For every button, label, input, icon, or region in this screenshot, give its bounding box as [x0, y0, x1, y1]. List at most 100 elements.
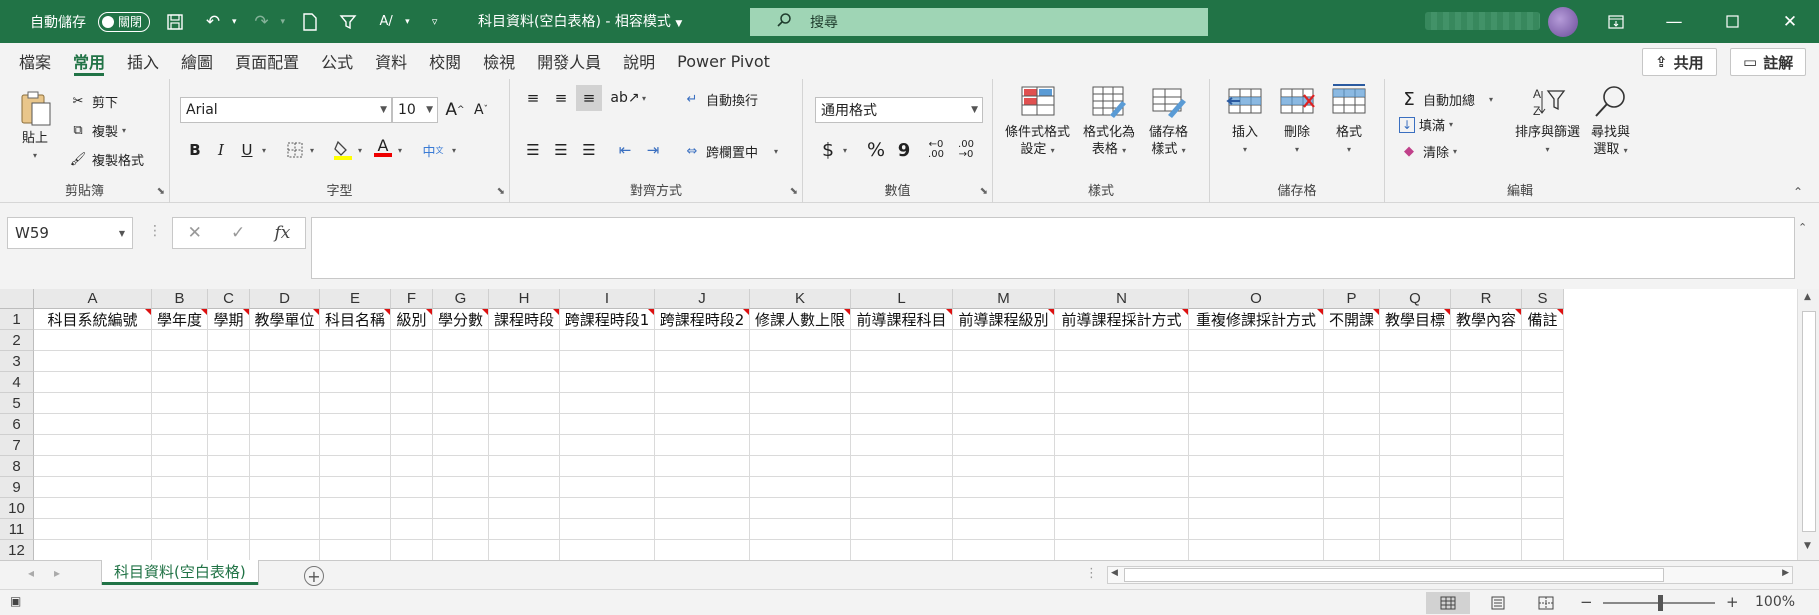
column-header-B[interactable]: B [152, 289, 208, 309]
column-header-K[interactable]: K [750, 289, 851, 309]
cell-K2[interactable] [750, 330, 851, 351]
cell-J11[interactable] [655, 519, 750, 540]
header-cell-D[interactable]: 教學單位 [250, 309, 320, 330]
column-header-G[interactable]: G [433, 289, 489, 309]
row-header-11[interactable]: 11 [0, 519, 34, 540]
number-format-select[interactable]: 通用格式 ▼ [815, 97, 983, 123]
cell-C9[interactable] [208, 477, 250, 498]
cell-E2[interactable] [320, 330, 391, 351]
cell-A4[interactable] [34, 372, 152, 393]
align-left-icon[interactable]: ☰ [520, 137, 546, 163]
cell-J5[interactable] [655, 393, 750, 414]
row-header-4[interactable]: 4 [0, 372, 34, 393]
cell-J10[interactable] [655, 498, 750, 519]
cell-I6[interactable] [560, 414, 655, 435]
cell-P5[interactable] [1324, 393, 1380, 414]
cell-B3[interactable] [152, 351, 208, 372]
zoom-slider-thumb[interactable] [1658, 595, 1663, 611]
fill-button[interactable]: ↓ 填滿 ▾ [1399, 115, 1453, 134]
normal-view-icon[interactable] [1426, 592, 1470, 614]
clipboard-launcher-icon[interactable]: ⬊ [157, 186, 165, 197]
cell-J3[interactable] [655, 351, 750, 372]
name-box[interactable]: W59 ▼ [7, 217, 133, 249]
cell-B11[interactable] [152, 519, 208, 540]
paste-dropdown-icon[interactable]: ▾ [33, 147, 37, 164]
cell-R4[interactable] [1451, 372, 1522, 393]
cell-I8[interactable] [560, 456, 655, 477]
maximize-icon[interactable] [1703, 0, 1761, 43]
cell-O10[interactable] [1189, 498, 1324, 519]
column-header-D[interactable]: D [250, 289, 320, 309]
align-middle-icon[interactable]: ≡ [548, 85, 574, 111]
row-header-1[interactable]: 1 [0, 309, 34, 330]
wrap-text-button[interactable]: ↵ 自動換行 [682, 89, 758, 109]
cell-D6[interactable] [250, 414, 320, 435]
cell-A5[interactable] [34, 393, 152, 414]
cell-L6[interactable] [851, 414, 953, 435]
cell-S2[interactable] [1522, 330, 1564, 351]
cell-M5[interactable] [953, 393, 1055, 414]
format-as-table-button[interactable]: 格式化為 表格 ▾ [1083, 83, 1135, 159]
cell-S3[interactable] [1522, 351, 1564, 372]
cell-O4[interactable] [1189, 372, 1324, 393]
vertical-scroll-thumb[interactable] [1802, 311, 1816, 532]
tab-draw[interactable]: 繪圖 [170, 43, 224, 79]
row-header-8[interactable]: 8 [0, 456, 34, 477]
cell-P4[interactable] [1324, 372, 1380, 393]
paste-button[interactable]: 貼上 ▾ [16, 89, 54, 164]
cell-D7[interactable] [250, 435, 320, 456]
autosum-button[interactable]: Σ 自動加總 ▾ [1399, 89, 1493, 110]
header-cell-B[interactable]: 學年度 [152, 309, 208, 330]
cell-A11[interactable] [34, 519, 152, 540]
formula-input[interactable] [311, 217, 1795, 279]
redo-icon[interactable]: ↷ [249, 9, 275, 35]
cell-R9[interactable] [1451, 477, 1522, 498]
clear-button[interactable]: ◆ 清除 ▾ [1399, 141, 1457, 161]
cell-E7[interactable] [320, 435, 391, 456]
cell-R5[interactable] [1451, 393, 1522, 414]
cell-J6[interactable] [655, 414, 750, 435]
cell-Q7[interactable] [1380, 435, 1451, 456]
cell-E12[interactable] [320, 540, 391, 560]
alignment-launcher-icon[interactable]: ⬊ [790, 186, 798, 197]
cell-H11[interactable] [489, 519, 560, 540]
cell-D9[interactable] [250, 477, 320, 498]
cell-D11[interactable] [250, 519, 320, 540]
column-header-C[interactable]: C [208, 289, 250, 309]
cell-J8[interactable] [655, 456, 750, 477]
font-color-dropdown-icon[interactable]: ▾ [398, 146, 402, 155]
conditional-format-button[interactable]: 條件式格式 設定 ▾ [1005, 83, 1070, 159]
cell-M7[interactable] [953, 435, 1055, 456]
undo-icon[interactable]: ↶ [200, 9, 226, 35]
cell-I11[interactable] [560, 519, 655, 540]
cell-C6[interactable] [208, 414, 250, 435]
cell-P2[interactable] [1324, 330, 1380, 351]
tab-home[interactable]: 常用 [62, 43, 116, 79]
cell-G10[interactable] [433, 498, 489, 519]
cell-G6[interactable] [433, 414, 489, 435]
new-file-icon[interactable] [297, 9, 323, 35]
column-header-S[interactable]: S [1522, 289, 1564, 309]
cell-P9[interactable] [1324, 477, 1380, 498]
cell-S12[interactable] [1522, 540, 1564, 560]
cell-K7[interactable] [750, 435, 851, 456]
scroll-down-icon[interactable]: ▼ [1804, 541, 1811, 551]
copy-button[interactable]: ⧉ 複製 ▾ [68, 120, 126, 140]
cell-N3[interactable] [1055, 351, 1189, 372]
cell-L4[interactable] [851, 372, 953, 393]
cell-A10[interactable] [34, 498, 152, 519]
sort-filter-button[interactable]: AZ 排序與篩選 ▾ [1515, 83, 1580, 158]
decrease-decimal-button[interactable]: .00 →0 [953, 137, 979, 163]
align-top-icon[interactable]: ≡ [520, 85, 546, 111]
cell-D5[interactable] [250, 393, 320, 414]
column-header-F[interactable]: F [391, 289, 433, 309]
cell-S11[interactable] [1522, 519, 1564, 540]
cell-H8[interactable] [489, 456, 560, 477]
cell-F9[interactable] [391, 477, 433, 498]
row-header-7[interactable]: 7 [0, 435, 34, 456]
cell-M12[interactable] [953, 540, 1055, 560]
header-cell-R[interactable]: 教學內容 [1451, 309, 1522, 330]
borders-dropdown-icon[interactable]: ▾ [310, 146, 314, 155]
cell-N4[interactable] [1055, 372, 1189, 393]
ribbon-display-icon[interactable] [1587, 0, 1645, 43]
